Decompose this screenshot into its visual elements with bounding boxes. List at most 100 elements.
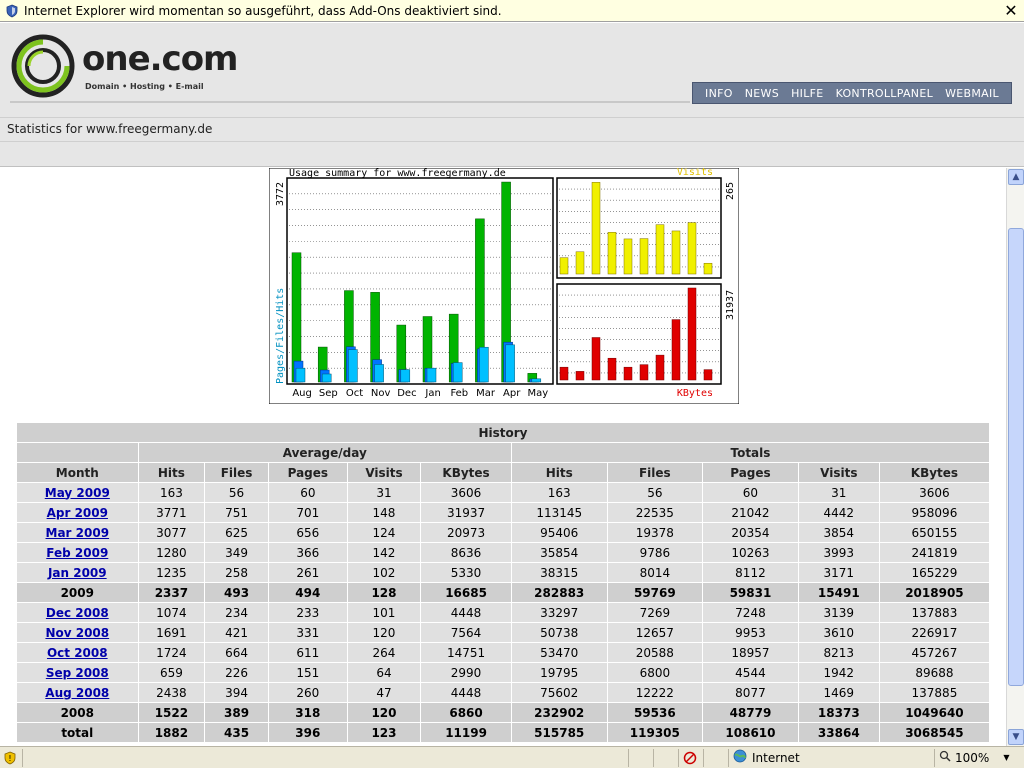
column-header: Month xyxy=(16,462,139,483)
security-zone[interactable]: Internet xyxy=(728,748,934,767)
table-row: Oct 2008 1724 664 611 264 14751 53470 20588 1895… xyxy=(16,642,991,663)
month-cell[interactable]: Aug 2008 xyxy=(16,682,139,703)
table-cell: 1235 xyxy=(137,562,206,583)
table-cell: 56 xyxy=(606,482,704,503)
month-link[interactable]: Jan 2009 xyxy=(48,566,107,580)
table-cell: 3606 xyxy=(420,482,512,503)
month-cell[interactable]: Nov 2008 xyxy=(16,622,139,643)
table-cell: 89688 xyxy=(878,662,991,683)
table-cell: 8014 xyxy=(606,562,704,583)
month-link[interactable]: Mar 2009 xyxy=(46,526,110,540)
period-label: 2008 xyxy=(16,702,139,723)
table-cell: 7248 xyxy=(702,602,799,623)
table-cell: 3610 xyxy=(797,622,880,643)
month-link[interactable]: Apr 2009 xyxy=(47,506,108,520)
table-cell: 33864 xyxy=(797,722,880,743)
month-cell[interactable]: Apr 2009 xyxy=(16,502,139,523)
table-cell: 113145 xyxy=(510,502,608,523)
table-row: Apr 2009 3771 751 701 148 31937 113145 22535 210… xyxy=(16,502,991,523)
vertical-scrollbar[interactable]: ▲ ▼ xyxy=(1006,168,1024,746)
x-tick-label: Apr xyxy=(503,388,521,399)
page-content: Usage summary for www.freegermany.de Page… xyxy=(0,168,1006,746)
table-cell: 35854 xyxy=(510,542,608,563)
table-cell: 119305 xyxy=(606,722,704,743)
month-cell[interactable]: Jan 2009 xyxy=(16,562,139,583)
zoom-control[interactable]: 100% ▼ xyxy=(934,748,1024,767)
table-cell: 6860 xyxy=(420,702,512,723)
summary-row: 2008 1522 389 318 120 6860 232902 59536 48779 183… xyxy=(16,702,991,723)
table-cell: 457267 xyxy=(878,642,991,663)
plot-area xyxy=(556,283,722,385)
bar-pages xyxy=(479,346,489,383)
table-cell: 10263 xyxy=(702,542,799,563)
month-link[interactable]: Oct 2008 xyxy=(47,646,108,660)
scroll-up-icon[interactable]: ▲ xyxy=(1008,169,1024,185)
close-icon[interactable]: ✕ xyxy=(1002,1,1020,20)
table-cell: 11199 xyxy=(420,722,512,743)
bar-kbytes xyxy=(655,354,665,381)
table-cell: 3077 xyxy=(137,522,206,543)
shield-icon xyxy=(4,3,20,19)
month-link[interactable]: Dec 2008 xyxy=(46,606,109,620)
table-cell: 60 xyxy=(267,482,348,503)
table-cell: 102 xyxy=(346,562,422,583)
nav-info[interactable]: INFO xyxy=(705,87,733,100)
nav-hilfe[interactable]: HILFE xyxy=(791,87,823,100)
x-tick-label: Jan xyxy=(424,388,440,399)
one-com-logo[interactable]: one.com Domain • Hosting • E-mail xyxy=(10,31,240,101)
column-header: Hits xyxy=(510,462,608,483)
month-link[interactable]: Aug 2008 xyxy=(45,686,109,700)
nav-kontrollpanel[interactable]: KONTROLLPANEL xyxy=(836,87,933,100)
x-tick-label: Feb xyxy=(450,388,468,399)
table-row: May 2009 163 56 60 31 3606 163 56 60 31 3606 xyxy=(16,482,991,503)
nav-news[interactable]: NEWS xyxy=(745,87,779,100)
status-segment-2 xyxy=(653,748,678,767)
bar-visits xyxy=(639,238,649,275)
month-cell[interactable]: Dec 2008 xyxy=(16,602,139,623)
month-cell[interactable]: May 2009 xyxy=(16,482,139,503)
table-cell: 1469 xyxy=(797,682,880,703)
month-link[interactable]: Sep 2008 xyxy=(46,666,109,680)
bar-visits xyxy=(591,182,601,275)
month-cell[interactable]: Oct 2008 xyxy=(16,642,139,663)
table-cell: 101 xyxy=(346,602,422,623)
nav-webmail[interactable]: WEBMAIL xyxy=(945,87,999,100)
table-cell: 59831 xyxy=(702,582,799,603)
bar-visits xyxy=(671,230,681,275)
month-cell[interactable]: Mar 2009 xyxy=(16,522,139,543)
column-header: Pages xyxy=(702,462,799,483)
table-cell: 120 xyxy=(346,622,422,643)
bar-kbytes xyxy=(559,366,569,381)
table-cell: 163 xyxy=(510,482,608,503)
table-cell: 234 xyxy=(204,602,269,623)
table-cell: 232902 xyxy=(510,702,608,723)
table-cell: 124 xyxy=(346,522,422,543)
month-cell[interactable]: Sep 2008 xyxy=(16,662,139,683)
table-cell: 1942 xyxy=(797,662,880,683)
table-cell: 659 xyxy=(137,662,206,683)
table-cell: 366 xyxy=(267,542,348,563)
month-link[interactable]: May 2009 xyxy=(45,486,110,500)
scroll-thumb[interactable] xyxy=(1008,228,1024,686)
table-cell: 16685 xyxy=(420,582,512,603)
table-cell: 664 xyxy=(204,642,269,663)
group-average-per-day: Average/day xyxy=(137,442,512,463)
y-max-label: 3772 xyxy=(275,182,286,206)
table-cell: 108610 xyxy=(702,722,799,743)
month-link[interactable]: Feb 2009 xyxy=(46,546,108,560)
bar-kbytes xyxy=(623,366,633,381)
warning-icon[interactable]: ! xyxy=(0,749,22,767)
month-cell[interactable]: Feb 2009 xyxy=(16,542,139,563)
table-row: Dec 2008 1074 234 233 101 4448 33297 7269 7248 31… xyxy=(16,602,991,623)
header-divider xyxy=(10,101,690,103)
popup-blocker-icon[interactable] xyxy=(678,748,703,767)
period-label: 2009 xyxy=(16,582,139,603)
table-cell: 701 xyxy=(267,502,348,523)
x-tick-label: Mar xyxy=(476,388,496,399)
chevron-down-icon[interactable]: ▼ xyxy=(1003,753,1009,762)
information-bar[interactable]: Internet Explorer wird momentan so ausge… xyxy=(0,0,1024,22)
table-cell: 75602 xyxy=(510,682,608,703)
month-link[interactable]: Nov 2008 xyxy=(45,626,109,640)
group-totals: Totals xyxy=(510,442,991,463)
scroll-down-icon[interactable]: ▼ xyxy=(1008,729,1024,745)
